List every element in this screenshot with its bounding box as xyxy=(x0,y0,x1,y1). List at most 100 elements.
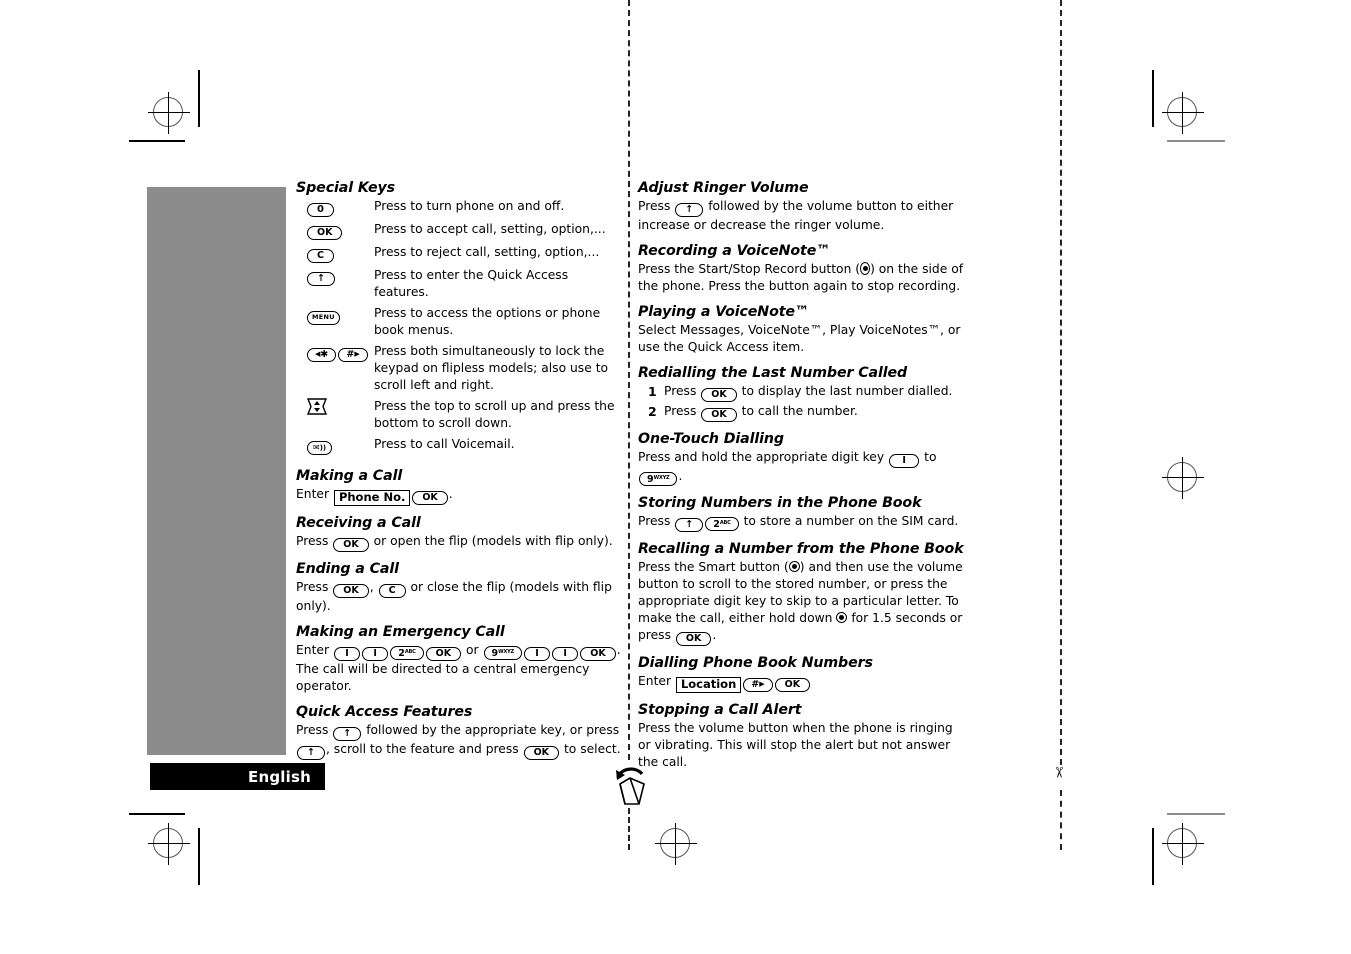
text-period: . xyxy=(448,487,453,501)
registration-mark-top-right xyxy=(1162,92,1204,134)
table-row: ✉)) Press to call Voicemail. xyxy=(296,436,626,459)
key-cell-power: 0 xyxy=(296,198,374,221)
key-description: Press to call Voicemail. xyxy=(374,437,515,451)
table-row: C Press to reject call, setting, option,… xyxy=(296,244,626,267)
section-ending-a-call: Ending a Call Press OK, C or close the f… xyxy=(296,561,626,615)
table-row: ↑ Press to enter the Quick Access featur… xyxy=(296,267,626,305)
registration-mark-mid-right xyxy=(1162,457,1204,499)
crop-mark-top-right-horizontal xyxy=(1167,140,1225,142)
registration-mark-bottom-center xyxy=(655,823,697,865)
text-press: Press xyxy=(638,199,671,213)
ok-key-icon: OK xyxy=(675,632,712,646)
text-remainder: to select. xyxy=(563,742,621,756)
section-quick-access-features: Quick Access Features Press ↑ followed b… xyxy=(296,704,626,760)
section-receiving-a-call: Receiving a Call Press OK or open the fl… xyxy=(296,515,626,552)
crop-mark-top-left-vertical xyxy=(198,70,200,127)
key-description: Press both simultaneously to lock the ke… xyxy=(374,344,609,392)
cut-line-right-lower xyxy=(1060,790,1062,850)
fold-line-center-lower xyxy=(628,808,630,850)
key-description: Press the top to scroll up and press the… xyxy=(374,399,615,430)
text-before: Press the Start/Stop Record button ( xyxy=(638,262,861,276)
section-heading-special-keys: Special Keys xyxy=(296,180,395,196)
ok-key-icon: OK xyxy=(701,408,737,422)
clear-key-icon: C xyxy=(307,249,334,263)
digit-1-key-icon: I xyxy=(333,647,361,661)
one-touch-dialling-body: Press and hold the appropriate digit key… xyxy=(638,449,968,486)
step-number: 2 xyxy=(648,404,657,419)
recording-voicenote-body: Press the Start/Stop Record button () on… xyxy=(638,261,968,295)
dialling-phone-book-body: Enter Location #▶ OK xyxy=(638,673,968,693)
ok-key-icon: OK xyxy=(412,491,448,505)
text-enter: Enter xyxy=(296,487,330,501)
ending-a-call-body: Press OK, C or close the flip (models wi… xyxy=(296,579,626,615)
table-row: OK Press to accept call, setting, option… xyxy=(296,221,626,244)
section-heading-recording-voicenote: Recording a VoiceNote™ xyxy=(638,243,831,259)
section-heading-stopping-call-alert: Stopping a Call Alert xyxy=(638,702,802,718)
text-press: Press xyxy=(296,580,329,594)
star-key-icon: ◀✱ xyxy=(307,348,337,362)
text-remainder: or open the flip (models with flip only)… xyxy=(373,534,613,548)
smart-button-icon xyxy=(788,561,800,572)
ok-key-icon: OK xyxy=(523,746,560,760)
text-press: Press xyxy=(664,404,697,418)
section-recalling-number: Recalling a Number from the Phone Book P… xyxy=(638,541,968,646)
digit-1-key-icon: I xyxy=(362,647,389,661)
step-number: 1 xyxy=(648,384,657,399)
crop-mark-bottom-left-vertical xyxy=(198,828,200,885)
section-redialling: Redialling the Last Number Called 1 Pres… xyxy=(638,365,968,422)
section-heading-ending-a-call: Ending a Call xyxy=(296,561,399,577)
crop-mark-top-left-horizontal xyxy=(129,140,185,142)
ok-key-icon: OK xyxy=(774,678,811,692)
clear-key-icon: C xyxy=(378,584,406,598)
key-cell-rocker xyxy=(296,398,374,436)
registration-mark-bottom-right xyxy=(1162,823,1204,865)
text-remainder: to store a number on the SIM card. xyxy=(743,514,959,528)
key-description: Press to turn phone on and off. xyxy=(374,199,565,213)
storing-numbers-body: Press ↑ 2ABC to store a number on the SIM… xyxy=(638,513,968,532)
section-heading-storing-numbers: Storing Numbers in the Phone Book xyxy=(638,495,922,511)
redialling-steps: 1 Press OK to display the last number di… xyxy=(638,383,968,422)
language-label: English xyxy=(248,767,311,786)
quick-access-body: Press ↑ followed by the appropriate key,… xyxy=(296,722,626,760)
hash-key-icon: #▶ xyxy=(743,678,773,692)
section-heading-playing-voicenote: Playing a VoiceNote™ xyxy=(638,304,810,320)
up-arrow-key-icon: ↑ xyxy=(297,746,325,760)
ok-key-icon: OK xyxy=(333,584,369,598)
key-description: Press to reject call, setting, option,..… xyxy=(374,245,600,259)
digit-9-key-icon: 9WXYZ xyxy=(639,472,678,486)
text-1: Press the Smart button ( xyxy=(638,560,789,574)
section-one-touch-dialling: One-Touch Dialling Press and hold the ap… xyxy=(638,431,968,486)
digit-1-key-icon: I xyxy=(889,454,920,468)
text-remainder: to call the number. xyxy=(741,404,858,418)
making-a-call-body: Enter Phone No. OK. xyxy=(296,486,626,506)
text-enter: Enter xyxy=(296,643,330,657)
key-cell-voicemail: ✉)) xyxy=(296,436,374,459)
right-column: Adjust Ringer Volume Press ↑ followed by… xyxy=(638,180,968,780)
playing-voicenote-body: Select Messages, VoiceNote™, Play VoiceN… xyxy=(638,323,961,354)
scroll-rocker-key-icon xyxy=(306,398,328,415)
record-button-icon xyxy=(860,262,871,275)
left-column: Special Keys 0 Press to turn phone on an… xyxy=(296,180,626,769)
digit-1-key-icon: I xyxy=(552,647,579,661)
ok-key-icon: OK xyxy=(333,538,369,552)
section-recording-voicenote: Recording a VoiceNote™ Press the Start/S… xyxy=(638,243,968,295)
key-cell-menu: MENU xyxy=(296,305,374,343)
step-text: Press OK to call the number. xyxy=(664,403,858,422)
ok-key-icon: OK xyxy=(580,647,616,661)
smart-button-icon xyxy=(836,612,848,623)
digit-9-key-icon: 9WXYZ xyxy=(483,646,522,660)
key-cell-star-hash: ◀✱ #▶ xyxy=(296,343,374,398)
digit-1-key-icon: I xyxy=(523,647,551,661)
up-arrow-key-icon: ↑ xyxy=(333,727,362,741)
text-comma: , xyxy=(369,580,374,594)
location-field-label: Location xyxy=(675,677,742,693)
section-heading-redialling: Redialling the Last Number Called xyxy=(638,365,908,381)
section-heading-dialling-phone-book: Dialling Phone Book Numbers xyxy=(638,655,873,671)
section-emergency-call: Making an Emergency Call Enter I I 2ABC O… xyxy=(296,624,626,695)
list-item: 2 Press OK to call the number. xyxy=(638,403,968,422)
section-dialling-phone-book: Dialling Phone Book Numbers Enter Locati… xyxy=(638,655,968,693)
text-to: to xyxy=(924,450,937,464)
emergency-call-body: Enter I I 2ABC OK or 9WXYZ I I OK. The ca… xyxy=(296,642,626,695)
table-row: MENU Press to access the options or phon… xyxy=(296,305,626,343)
digit-2-key-icon: 2ABC xyxy=(705,517,739,531)
